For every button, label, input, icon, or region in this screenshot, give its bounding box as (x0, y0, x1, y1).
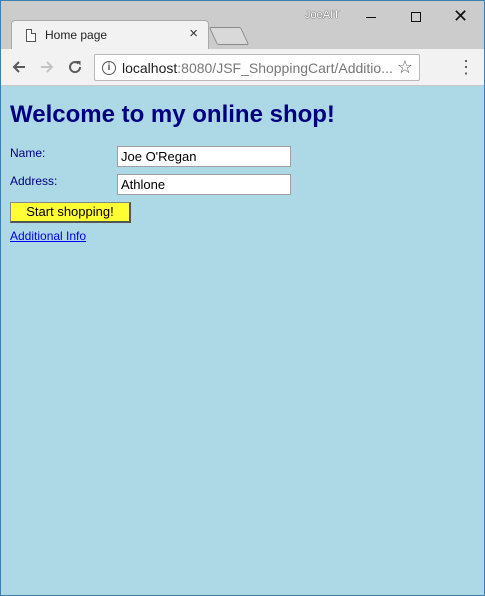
close-window-button[interactable]: ✕ (438, 1, 483, 31)
maximize-button[interactable] (393, 1, 438, 31)
profile-name[interactable]: JoeAIT (305, 9, 340, 21)
tab-home-page[interactable]: Home page × (11, 20, 209, 50)
name-field[interactable] (117, 146, 291, 167)
browser-toolbar: i localhost:8080/JSF_ShoppingCart/Additi… (1, 49, 484, 86)
kebab-menu-icon[interactable]: ⋮ (456, 56, 476, 78)
minimize-button[interactable] (348, 1, 393, 31)
arrow-left-icon (12, 61, 25, 73)
start-shopping-button[interactable]: Start shopping! (10, 202, 131, 223)
minimize-icon (365, 16, 376, 18)
close-icon: ✕ (452, 6, 469, 26)
info-icon[interactable]: i (102, 61, 116, 75)
reload-button[interactable] (63, 55, 87, 79)
browser-window: Home page × JoeAIT ✕ i localhost:8080/JS… (0, 0, 485, 596)
address-bar[interactable]: i localhost:8080/JSF_ShoppingCart/Additi… (94, 54, 420, 81)
back-button[interactable] (7, 55, 31, 79)
tab-title: Home page (45, 28, 108, 42)
address-field[interactable] (117, 174, 291, 195)
tab-close-icon[interactable]: × (189, 26, 198, 42)
reload-icon (69, 61, 82, 74)
document-icon (26, 29, 36, 42)
additional-info-link[interactable]: Additional Info (10, 229, 86, 243)
address-label: Address: (10, 174, 58, 188)
arrow-right-icon (41, 61, 54, 73)
page-heading: Welcome to my online shop! (10, 101, 335, 128)
title-bar: Home page × JoeAIT ✕ (1, 1, 484, 50)
url-path: :8080/JSF_ShoppingCart/Additio... (177, 60, 393, 76)
url-text[interactable]: localhost:8080/JSF_ShoppingCart/Additio.… (122, 60, 393, 76)
star-icon[interactable]: ☆ (397, 57, 413, 78)
forward-button[interactable] (35, 55, 59, 79)
url-host: localhost (122, 60, 178, 76)
maximize-icon (410, 12, 421, 23)
new-tab-button[interactable] (208, 27, 250, 45)
name-label: Name: (10, 146, 46, 160)
page-content: Welcome to my online shop! Name: Address… (1, 87, 484, 595)
